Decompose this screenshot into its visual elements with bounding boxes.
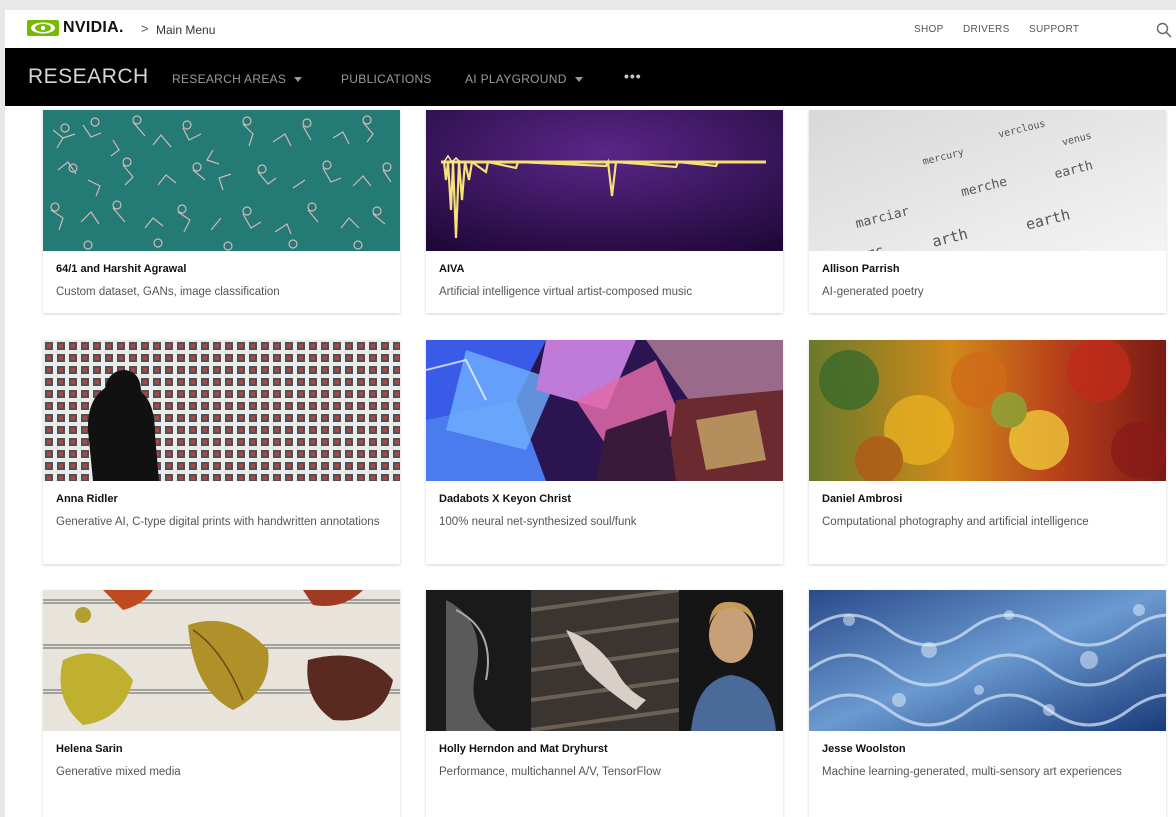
page: NVIDIA. > Main Menu SHOP DRIVERS SUPPORT… — [5, 10, 1176, 817]
card-anna-ridler[interactable]: Anna Ridler Generative AI, C-type digita… — [43, 340, 400, 564]
card-image: mercury verclous venus marciar merche ea… — [809, 110, 1166, 251]
support-link[interactable]: SUPPORT — [1029, 24, 1079, 35]
nvidia-wordmark: NVIDIA. — [63, 19, 124, 36]
card-body: Dadabots X Keyon Christ 100% neural net-… — [426, 481, 783, 543]
card-description: Generative AI, C-type digital prints wit… — [56, 516, 380, 528]
breadcrumb-separator: > — [141, 21, 149, 36]
more-menu-icon[interactable]: ••• — [624, 68, 642, 84]
card-description: AI-generated poetry — [822, 286, 924, 298]
card-jesse-woolston[interactable]: Jesse Woolston Machine learning-generate… — [809, 590, 1166, 817]
card-body: Jesse Woolston Machine learning-generate… — [809, 731, 1166, 793]
card-description: Performance, multichannel A/V, TensorFlo… — [439, 766, 661, 778]
card-body: 64/1 and Harshit Agrawal Custom dataset,… — [43, 251, 400, 313]
card-image — [43, 340, 400, 481]
card-image — [809, 590, 1166, 731]
card-title: 64/1 and Harshit Agrawal — [56, 263, 187, 275]
top-bar: NVIDIA. > Main Menu SHOP DRIVERS SUPPORT — [5, 10, 1176, 48]
card-image — [426, 110, 783, 251]
card-daniel-ambrosi[interactable]: Daniel Ambrosi Computational photography… — [809, 340, 1166, 564]
nvidia-logo[interactable]: NVIDIA. — [27, 19, 124, 37]
search-icon[interactable] — [1156, 22, 1172, 38]
card-title: Jesse Woolston — [822, 743, 906, 755]
card-description: Artificial intelligence virtual artist-c… — [439, 286, 693, 298]
card-title: Holly Herndon and Mat Dryhurst — [439, 743, 608, 755]
card-body: Holly Herndon and Mat Dryhurst Performan… — [426, 731, 783, 793]
drivers-link[interactable]: DRIVERS — [963, 24, 1010, 35]
card-description: Generative mixed media — [56, 766, 181, 778]
card-holly-herndon-mat-dryhurst[interactable]: Holly Herndon and Mat Dryhurst Performan… — [426, 590, 783, 817]
card-body: Helena Sarin Generative mixed media — [43, 731, 400, 793]
card-title: AIVA — [439, 263, 465, 275]
card-title: Anna Ridler — [56, 493, 118, 505]
card-description: Custom dataset, GANs, image classificati… — [56, 286, 280, 298]
breadcrumb-main-menu[interactable]: Main Menu — [156, 23, 215, 37]
nav-ai-playground-label: AI PLAYGROUND — [465, 72, 567, 86]
card-description: Machine learning-generated, multi-sensor… — [822, 766, 1122, 778]
card-body: Anna Ridler Generative AI, C-type digita… — [43, 481, 400, 543]
card-body: AIVA Artificial intelligence virtual art… — [426, 251, 783, 313]
card-description: 100% neural net-synthesized soul/funk — [439, 516, 637, 528]
card-allison-parrish[interactable]: mercury verclous venus marciar merche ea… — [809, 110, 1166, 313]
card-image — [426, 340, 783, 481]
card-title: Helena Sarin — [56, 743, 123, 755]
nav-research-areas[interactable]: RESEARCH AREAS — [172, 72, 303, 86]
card-title: Dadabots X Keyon Christ — [439, 493, 572, 505]
card-title: Allison Parrish — [822, 263, 900, 275]
nav-ai-playground[interactable]: AI PLAYGROUND — [465, 72, 583, 86]
shop-link[interactable]: SHOP — [914, 24, 944, 35]
nav-publications[interactable]: PUBLICATIONS — [341, 72, 432, 86]
research-nav-bar: RESEARCH RESEARCH AREAS PUBLICATIONS AI … — [5, 48, 1176, 106]
card-image — [43, 590, 400, 731]
card-aiva[interactable]: AIVA Artificial intelligence virtual art… — [426, 110, 783, 313]
card-image — [426, 590, 783, 731]
card-image — [43, 110, 400, 251]
card-body: Allison Parrish AI-generated poetry — [809, 251, 1166, 313]
card-64-1-harshit-agrawal[interactable]: 64/1 and Harshit Agrawal Custom dataset,… — [43, 110, 400, 313]
card-helena-sarin[interactable]: Helena Sarin Generative mixed media — [43, 590, 400, 817]
nav-research-areas-label: RESEARCH AREAS — [172, 72, 287, 86]
chevron-down-icon — [294, 77, 303, 83]
card-body: Daniel Ambrosi Computational photography… — [809, 481, 1166, 543]
card-description: Computational photography and artificial… — [822, 516, 1089, 528]
card-dadabots-keyon-christ[interactable]: Dadabots X Keyon Christ 100% neural net-… — [426, 340, 783, 564]
card-title: Daniel Ambrosi — [822, 493, 903, 505]
card-image — [809, 340, 1166, 481]
nvidia-eye-icon — [27, 20, 59, 36]
research-brand[interactable]: RESEARCH — [28, 65, 149, 89]
chevron-down-icon — [574, 77, 583, 83]
